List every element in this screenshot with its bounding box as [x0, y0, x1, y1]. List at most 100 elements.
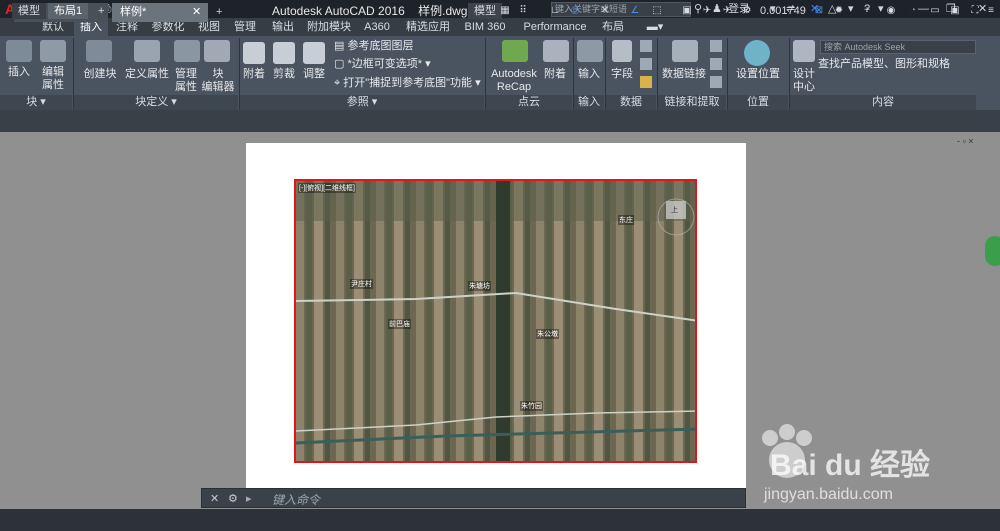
point-cloud-attach-button[interactable]: 附着 [540, 68, 570, 81]
globe-icon[interactable] [744, 40, 770, 66]
selection-cycling-icon[interactable]: ⬚ [650, 4, 664, 18]
insert-block-icon[interactable] [6, 40, 32, 62]
field-button[interactable]: 字段 [608, 68, 636, 81]
data-link-icon[interactable] [672, 40, 698, 62]
ortho-icon[interactable]: ∟ [548, 4, 562, 18]
tab-performance[interactable]: Performance [518, 18, 592, 36]
ole-object-icon[interactable] [640, 58, 652, 70]
tab-manage[interactable]: 管理 [228, 18, 262, 36]
tab-layout[interactable]: 布局 [596, 18, 630, 36]
tab-layout1[interactable]: 布局1 [48, 3, 89, 19]
help-arrow-icon[interactable]: ▾ [878, 1, 884, 17]
viewport-window-controls[interactable]: - ▫ × [957, 136, 973, 146]
field-icon[interactable] [612, 40, 632, 62]
hardware-acceleration-icon[interactable]: ◔ [906, 4, 920, 18]
update-fields-icon[interactable] [640, 40, 652, 52]
manage-attributes-button[interactable]: 管理 属性 [170, 68, 202, 94]
ribbon-options-icon[interactable]: ▬▾ [640, 18, 670, 36]
block-editor-button[interactable]: 块 编辑器 [200, 68, 236, 94]
add-layout-icon[interactable]: + [92, 3, 110, 19]
clip-button[interactable]: 剪裁 [270, 68, 298, 81]
viewport-label[interactable]: [-][俯视][二维线框] [298, 183, 356, 193]
settings-icon[interactable]: ✹ [832, 4, 846, 18]
set-location-button[interactable]: 设置位置 [732, 68, 784, 81]
adjust-icon[interactable] [303, 42, 325, 64]
recap-icon[interactable] [502, 40, 528, 62]
manage-attributes-icon[interactable] [174, 40, 200, 62]
tab-output[interactable]: 输出 [266, 18, 300, 36]
download-source-icon[interactable] [710, 58, 722, 70]
scale-readout[interactable]: 0.001749 [756, 3, 810, 19]
customization-icon[interactable]: ▣ [948, 4, 962, 18]
new-tab-icon[interactable]: + [212, 3, 230, 22]
attach-icon[interactable] [243, 42, 265, 64]
clean-screen-icon[interactable]: ▭ [928, 4, 942, 18]
hyperlink-icon[interactable] [640, 76, 652, 88]
lineweight-icon[interactable]: ∠ [628, 4, 642, 18]
define-attribute-icon[interactable] [134, 40, 160, 62]
panel-footer-reference[interactable]: 参照 ▾ [240, 95, 484, 110]
create-block-button[interactable]: 创建块 [80, 68, 120, 81]
fullscreen-icon[interactable]: ⛶ [968, 4, 982, 18]
design-center-icon[interactable] [793, 40, 815, 62]
attach-button[interactable]: 附着 [240, 68, 268, 81]
panel-footer-data[interactable]: 数据 [606, 95, 656, 110]
point-cloud-attach-icon[interactable] [543, 40, 569, 62]
edit-attribute-button[interactable]: 编辑 属性 [36, 66, 70, 92]
command-input[interactable]: 键入命令 [272, 491, 320, 508]
scale-list-icon[interactable]: ⊠ [812, 4, 826, 18]
workspace-icon[interactable]: ⚙ [740, 4, 754, 18]
tab-bim360[interactable]: BIM 360 [458, 18, 512, 36]
panel-footer-linking[interactable]: 链接和提取 [658, 95, 726, 110]
plus-icon[interactable]: + [860, 4, 874, 18]
frames-vary-dropdown[interactable]: ▢ *边框可变选项* ▾ [334, 58, 431, 71]
close-icon[interactable]: ✕ [210, 492, 219, 505]
create-block-icon[interactable] [86, 40, 112, 62]
customize-icon[interactable]: ⚙ [228, 492, 238, 505]
model-space-button[interactable]: 模型 [468, 3, 502, 19]
panel-footer-block-definition[interactable]: 块定义 ▾ [74, 95, 238, 110]
underlay-layers-button[interactable]: ▤ 参考底图图层 [334, 40, 413, 53]
define-attribute-button[interactable]: 定义属性 [124, 68, 170, 81]
tab-addins[interactable]: 附加模块 [302, 18, 356, 36]
command-line[interactable]: ✕ ⚙ ▸ 键入命令 [201, 488, 746, 508]
tab-drawing[interactable]: 样例* ✕ [112, 3, 208, 22]
tab-a360[interactable]: A360 [360, 18, 394, 36]
side-panel-toggle-icon[interactable] [985, 236, 1000, 266]
close-tab-icon[interactable]: ✕ [192, 3, 201, 22]
upload-source-icon[interactable] [710, 76, 722, 88]
object-snap-icon[interactable]: ✕ [598, 4, 612, 18]
viewport-satellite-map[interactable]: [-][俯视][二维线框] 尹庄村 朱塘坊 前巴庙 朱公墩 朱竹园 东庄 上 [294, 179, 697, 463]
insert-button[interactable]: 插入 [4, 66, 34, 79]
annotation-scale-icon[interactable]: ✈ [700, 4, 714, 18]
import-button[interactable]: 输入 [574, 68, 604, 81]
panel-footer-location[interactable]: 位置 [728, 95, 788, 110]
menu-icon[interactable]: ≡ [984, 4, 998, 18]
panel-footer-point-cloud[interactable]: 点云 [486, 95, 572, 110]
recap-button[interactable]: Autodesk ReCap [488, 68, 540, 94]
design-center-button[interactable]: 设计 中心 [790, 68, 818, 94]
place-label: 前巴庙 [388, 319, 411, 329]
panel-footer-content[interactable]: 内容 [790, 95, 976, 110]
extract-data-icon[interactable] [710, 40, 722, 52]
edit-attribute-icon[interactable] [40, 40, 66, 62]
panel-footer-import[interactable]: 输入 [574, 95, 604, 110]
grid-icon[interactable]: ▦ [498, 4, 512, 18]
polar-tracking-icon[interactable]: ◎ [568, 4, 582, 18]
tab-featured-apps[interactable]: 精选应用 [402, 18, 454, 36]
isolate-objects-icon[interactable]: ◉ [884, 4, 898, 18]
clip-icon[interactable] [273, 42, 295, 64]
annotation-visibility-icon[interactable]: ▣ [680, 4, 694, 18]
viewcube-top-label[interactable]: 上 [670, 205, 679, 215]
help-dropdown-icon[interactable]: ▾ [848, 1, 854, 17]
data-link-button[interactable]: 数据链接 [660, 68, 708, 81]
seek-search-input[interactable]: 搜索 Autodesk Seek [820, 40, 976, 54]
block-editor-icon[interactable] [204, 40, 230, 62]
adjust-button[interactable]: 调整 [300, 68, 328, 81]
import-icon[interactable] [577, 40, 603, 62]
panel-footer-block[interactable]: 块 ▾ [0, 95, 72, 110]
auto-scale-icon[interactable]: ✈ [720, 4, 734, 18]
snap-mode-icon[interactable]: ⠿ [516, 4, 530, 18]
snap-to-underlay-button[interactable]: ⌖ 打开"捕捉到参考底图"功能 ▾ [334, 77, 481, 90]
tab-model[interactable]: 模型 [12, 3, 46, 19]
